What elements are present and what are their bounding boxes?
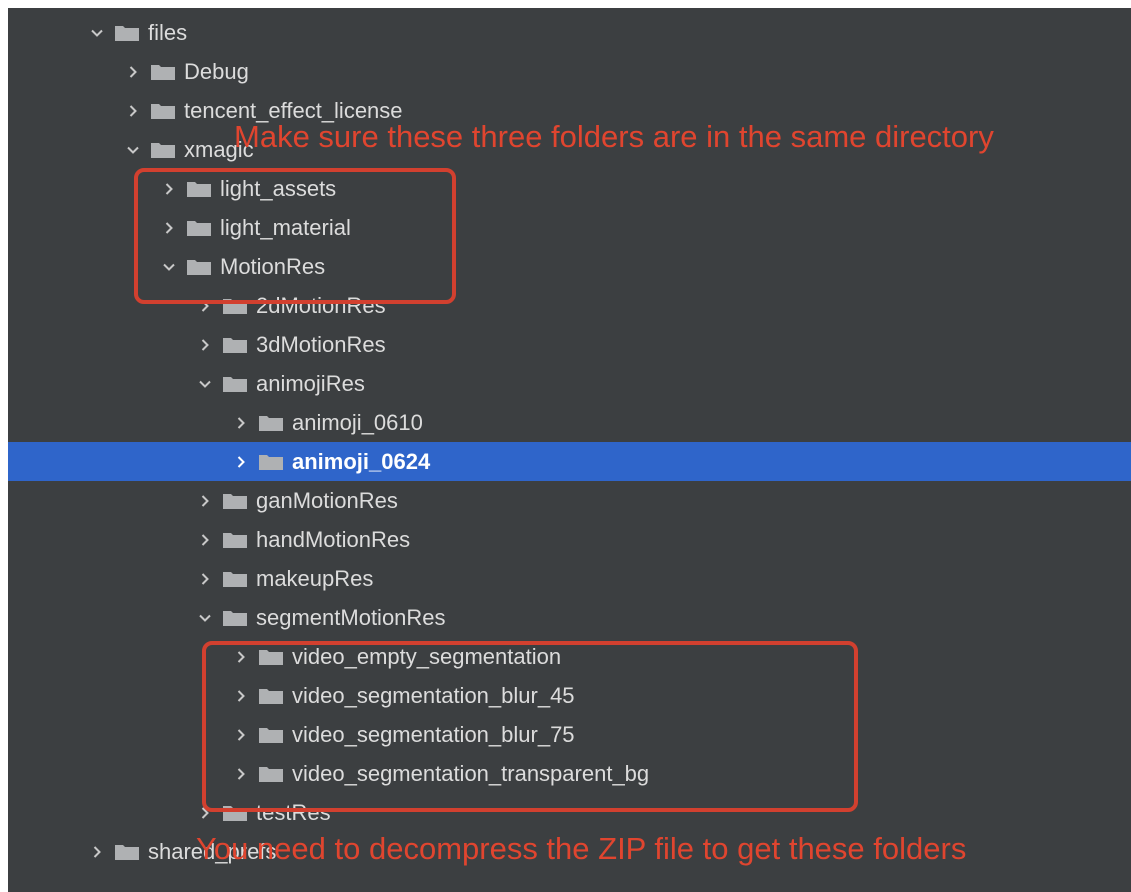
folder-icon bbox=[222, 531, 248, 549]
folder-icon bbox=[258, 453, 284, 471]
chevron-right-icon[interactable] bbox=[88, 843, 106, 861]
folder-icon bbox=[222, 375, 248, 393]
tree-item-3dmotionres[interactable]: 3dMotionRes bbox=[8, 325, 1131, 364]
tree-item-files[interactable]: files bbox=[8, 13, 1131, 52]
tree-item-ganmotionres[interactable]: ganMotionRes bbox=[8, 481, 1131, 520]
folder-icon bbox=[150, 63, 176, 81]
chevron-right-icon[interactable] bbox=[196, 531, 214, 549]
folder-icon bbox=[114, 843, 140, 861]
folder-icon bbox=[150, 141, 176, 159]
folder-icon bbox=[150, 102, 176, 120]
chevron-down-icon[interactable] bbox=[196, 609, 214, 627]
chevron-right-icon[interactable] bbox=[232, 453, 250, 471]
tree-item-debug[interactable]: Debug bbox=[8, 52, 1131, 91]
tree-item-label: 3dMotionRes bbox=[256, 332, 386, 357]
chevron-down-icon[interactable] bbox=[196, 375, 214, 393]
folder-icon bbox=[258, 414, 284, 432]
annotation-bottom: You need to decompress the ZIP file to g… bbox=[196, 831, 967, 866]
tree-item-label: files bbox=[148, 20, 188, 45]
chevron-right-icon[interactable] bbox=[124, 102, 142, 120]
chevron-right-icon[interactable] bbox=[232, 414, 250, 432]
folder-icon bbox=[222, 570, 248, 588]
tree-item-label: ganMotionRes bbox=[256, 488, 398, 513]
folder-icon bbox=[114, 24, 140, 42]
chevron-right-icon[interactable] bbox=[124, 63, 142, 81]
tree-item-label: makeupRes bbox=[256, 566, 374, 591]
tree-item-segmentmotionres[interactable]: segmentMotionRes bbox=[8, 598, 1131, 637]
tree-item-label: animojiRes bbox=[256, 371, 365, 396]
tree-item-label: animoji_0624 bbox=[292, 449, 431, 474]
tree-item-makeupres[interactable]: makeupRes bbox=[8, 559, 1131, 598]
chevron-down-icon[interactable] bbox=[124, 141, 142, 159]
tree-item-animojires[interactable]: animojiRes bbox=[8, 364, 1131, 403]
folder-icon bbox=[222, 336, 248, 354]
tree-item-label: segmentMotionRes bbox=[256, 605, 446, 630]
chevron-right-icon[interactable] bbox=[196, 570, 214, 588]
annotation-top: Make sure these three folders are in the… bbox=[234, 119, 994, 154]
tree-item-animoji-0610[interactable]: animoji_0610 bbox=[8, 403, 1131, 442]
chevron-right-icon[interactable] bbox=[196, 336, 214, 354]
tree-item-label: handMotionRes bbox=[256, 527, 411, 552]
tree-item-label: animoji_0610 bbox=[292, 410, 423, 435]
highlight-box-top bbox=[134, 168, 456, 304]
tree-item-label: Debug bbox=[184, 59, 249, 84]
highlight-box-bottom bbox=[202, 641, 858, 812]
tree-item-handmotionres[interactable]: handMotionRes bbox=[8, 520, 1131, 559]
folder-icon bbox=[222, 609, 248, 627]
chevron-right-icon[interactable] bbox=[196, 492, 214, 510]
tree-item-animoji-0624[interactable]: animoji_0624 bbox=[8, 442, 1131, 481]
chevron-down-icon[interactable] bbox=[88, 24, 106, 42]
folder-icon bbox=[222, 492, 248, 510]
